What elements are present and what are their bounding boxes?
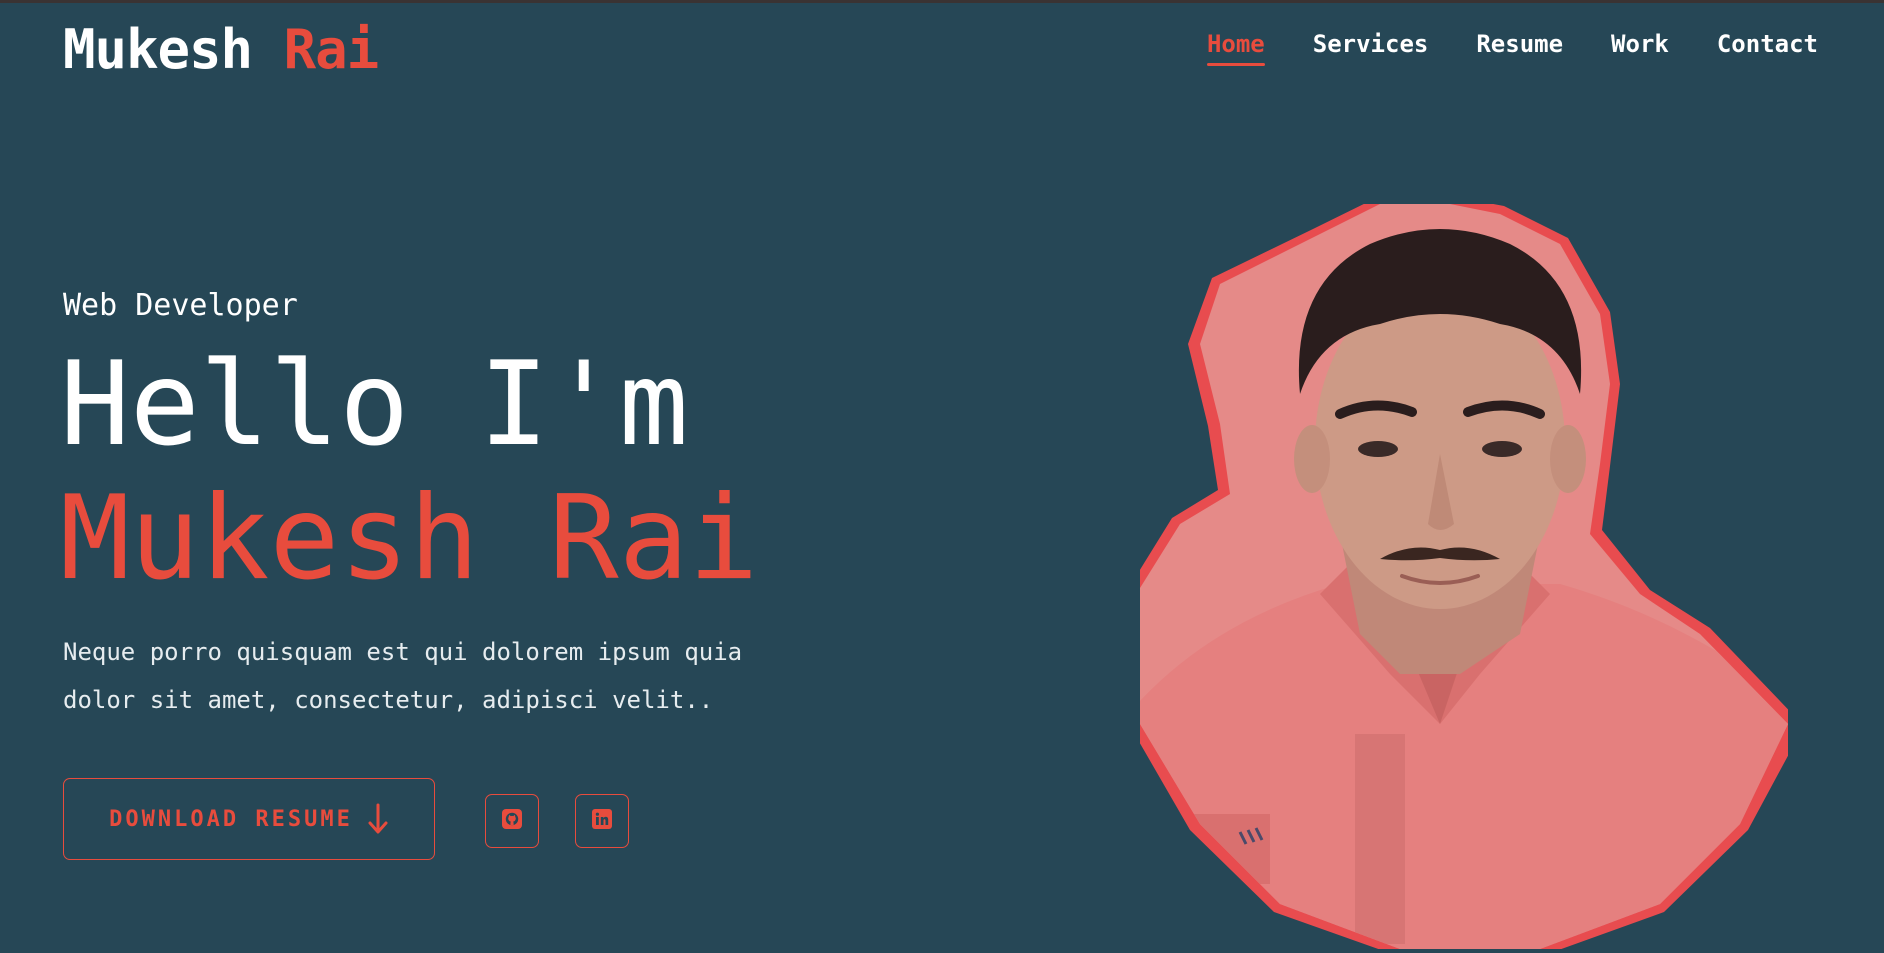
- download-resume-label: DOWNLOAD RESUME: [109, 806, 353, 832]
- download-resume-button[interactable]: DOWNLOAD RESUME: [63, 778, 435, 860]
- linkedin-icon: [591, 808, 613, 834]
- github-link[interactable]: [485, 794, 539, 848]
- hero-role: Web Developer: [63, 288, 298, 323]
- hero-description: Neque porro quisquam est qui dolorem ips…: [63, 638, 743, 714]
- nav-work[interactable]: Work: [1611, 26, 1669, 82]
- hero-name: Mukesh Rai: [60, 471, 759, 606]
- nav-services[interactable]: Services: [1313, 26, 1429, 82]
- logo-first-name: Mukesh: [63, 18, 253, 81]
- nav-home[interactable]: Home: [1206, 26, 1265, 82]
- arrow-down-icon: [367, 803, 389, 835]
- top-border: [0, 0, 1884, 3]
- site-logo[interactable]: Mukesh Rai: [63, 18, 380, 82]
- hero-greeting: Hello I'm: [60, 337, 689, 472]
- nav-contact[interactable]: Contact: [1717, 26, 1818, 82]
- linkedin-link[interactable]: [575, 794, 629, 848]
- logo-last-name: Rai: [283, 18, 380, 81]
- nav-resume[interactable]: Resume: [1476, 26, 1563, 82]
- hero-headline: Hello I'm Mukesh Rai: [60, 338, 758, 606]
- github-icon: [501, 808, 523, 834]
- main-nav: Home Services Resume Work Contact: [1206, 26, 1818, 82]
- profile-portrait: [1120, 194, 1804, 953]
